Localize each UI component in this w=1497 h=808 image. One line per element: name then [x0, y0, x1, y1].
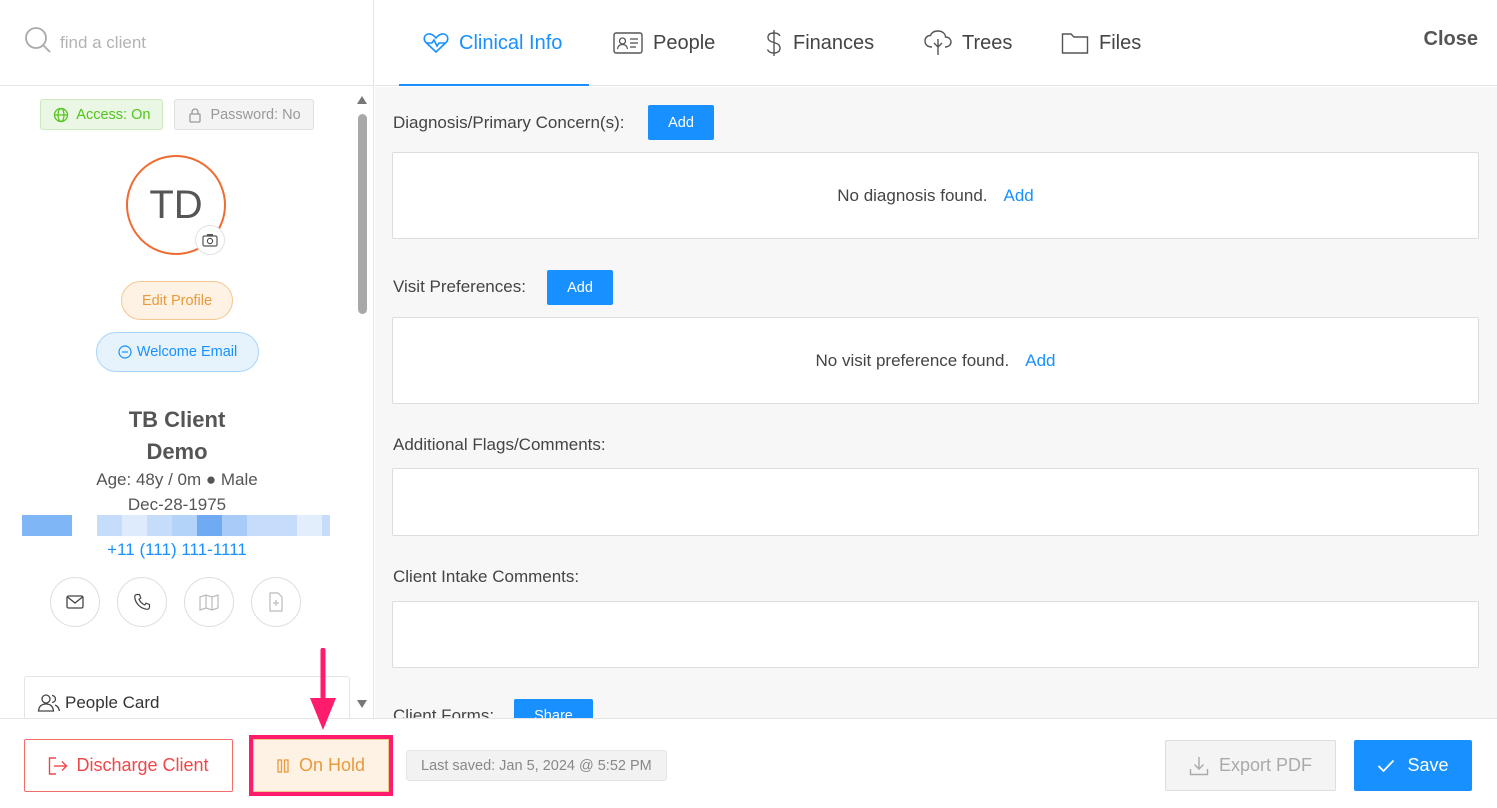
- tab-trees[interactable]: Trees: [924, 0, 1012, 86]
- globe-icon: [54, 107, 69, 122]
- active-tab-indicator: [399, 84, 589, 86]
- clinical-info-panel: Diagnosis/Primary Concern(s): Add No dia…: [375, 87, 1497, 718]
- client-sidebar: Access: On Password: No TD Edit Profile …: [0, 0, 374, 718]
- client-dob: Dec-28-1975: [127, 495, 227, 514]
- password-badge[interactable]: Password: No: [174, 99, 314, 130]
- sidebar-scrollbar[interactable]: [355, 92, 369, 712]
- tab-files-label: Files: [1099, 31, 1142, 54]
- client-name: TB Client Demo: [0, 404, 354, 468]
- tree-icon: [924, 30, 952, 55]
- people-card[interactable]: People Card: [24, 676, 350, 718]
- tab-finances-label: Finances: [793, 31, 875, 54]
- diagnosis-box: No diagnosis found. Add: [392, 152, 1479, 239]
- tab-trees-label: Trees: [962, 31, 1013, 54]
- access-badge-label: Access: On: [76, 106, 151, 123]
- close-button[interactable]: Close: [1424, 28, 1478, 51]
- scroll-thumb[interactable]: [358, 114, 367, 314]
- email-icon[interactable]: [50, 577, 100, 627]
- last-saved-status: Last saved: Jan 5, 2024 @ 5:52 PM: [406, 750, 667, 781]
- search-input[interactable]: [60, 32, 320, 53]
- discharge-client-label: Discharge Client: [76, 755, 209, 775]
- visit-add-link[interactable]: Add: [1025, 351, 1055, 370]
- tab-people[interactable]: People: [613, 0, 715, 86]
- client-profile-window: Access: On Password: No TD Edit Profile …: [0, 0, 1497, 808]
- access-badge[interactable]: Access: On: [40, 99, 164, 130]
- client-phone[interactable]: +11 (111) 111-1111: [0, 540, 354, 560]
- intake-comments-textarea[interactable]: [392, 601, 1479, 668]
- check-icon: [1378, 759, 1395, 772]
- export-pdf-label: Export PDF: [1218, 755, 1313, 775]
- tab-clinical-info-label: Clinical Info: [459, 31, 563, 54]
- scroll-down-arrow[interactable]: [357, 700, 367, 708]
- client-search: [0, 0, 373, 86]
- contact-actions: [50, 577, 301, 627]
- client-name-line2: Demo: [146, 439, 208, 464]
- discharge-client-button[interactable]: Discharge Client: [24, 739, 233, 792]
- diagnosis-label: Diagnosis/Primary Concern(s):: [393, 113, 625, 132]
- map-icon[interactable]: [184, 577, 234, 627]
- visit-empty-text: No visit preference found.: [815, 351, 1010, 370]
- redacted-email: [22, 515, 330, 536]
- camera-icon[interactable]: [195, 225, 225, 255]
- save-button[interactable]: Save: [1354, 740, 1472, 791]
- intake-comments-label: Client Intake Comments:: [393, 567, 580, 586]
- flags-textarea[interactable]: [392, 468, 1479, 536]
- footer-bar: Discharge Client On Hold Last saved: Jan…: [0, 718, 1497, 808]
- on-hold-button[interactable]: On Hold: [253, 739, 389, 792]
- share-forms-button[interactable]: Share: [514, 699, 593, 718]
- dollar-icon: [766, 30, 781, 56]
- export-pdf-button[interactable]: Export PDF: [1165, 740, 1336, 791]
- search-icon: [24, 26, 52, 59]
- tab-people-label: People: [653, 31, 716, 54]
- save-label: Save: [1407, 755, 1449, 775]
- client-name-line1: TB Client: [128, 407, 226, 432]
- phone-icon[interactable]: [117, 577, 167, 627]
- minus-circle-icon: [118, 345, 132, 359]
- people-card-label: People Card: [65, 693, 160, 712]
- client-forms-label: Client Forms:: [393, 706, 495, 718]
- add-diagnosis-button[interactable]: Add: [648, 105, 714, 140]
- id-card-icon: [613, 32, 643, 54]
- folder-icon: [1061, 33, 1089, 54]
- tab-files[interactable]: Files: [1061, 0, 1141, 86]
- flags-label: Additional Flags/Comments:: [393, 435, 606, 454]
- heartbeat-icon: [423, 33, 449, 54]
- scroll-up-arrow[interactable]: [357, 96, 367, 104]
- client-age-sex: Age: 48y / 0m ● Male: [96, 470, 258, 489]
- welcome-email-button[interactable]: Welcome Email: [96, 332, 259, 372]
- lock-icon: [189, 107, 202, 123]
- avatar-initials: TD: [149, 182, 203, 227]
- file-add-icon[interactable]: [251, 577, 301, 627]
- welcome-email-label: Welcome Email: [136, 344, 238, 360]
- visit-preferences-box: No visit preference found. Add: [392, 317, 1479, 404]
- password-badge-label: Password: No: [210, 106, 301, 123]
- tab-bar: Clinical Info People Finances Trees File…: [375, 0, 1497, 86]
- diagnosis-add-link[interactable]: Add: [1004, 186, 1034, 205]
- client-meta: Age: 48y / 0m ● Male Dec-28-1975: [0, 467, 354, 517]
- client-profile: Access: On Password: No TD Edit Profile …: [0, 86, 354, 718]
- diagnosis-empty-text: No diagnosis found.: [837, 186, 988, 205]
- tab-finances[interactable]: Finances: [765, 0, 874, 86]
- visit-preferences-label: Visit Preferences:: [393, 277, 526, 296]
- logout-icon: [49, 756, 68, 775]
- people-icon: [37, 694, 61, 712]
- download-icon: [1189, 756, 1209, 775]
- annotation-arrow-icon: [310, 648, 336, 730]
- tab-clinical-info[interactable]: Clinical Info: [423, 0, 562, 86]
- on-hold-label: On Hold: [298, 755, 366, 775]
- add-visit-preference-button[interactable]: Add: [547, 270, 613, 305]
- pause-icon: [277, 758, 289, 773]
- edit-profile-button[interactable]: Edit Profile: [121, 281, 233, 320]
